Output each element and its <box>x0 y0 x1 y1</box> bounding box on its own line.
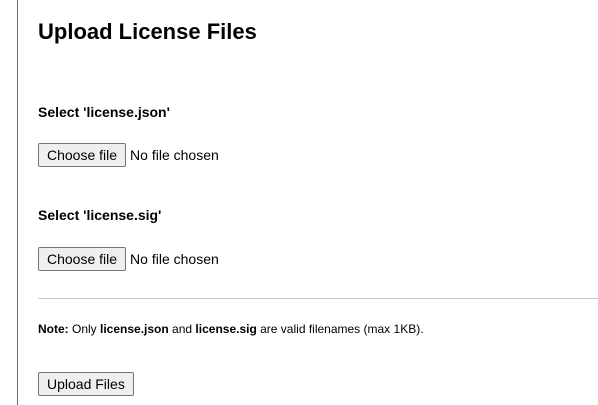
note-text-3: are valid filenames (max 1KB). <box>256 322 424 336</box>
note-prefix: Note: <box>38 322 69 336</box>
license-sig-label: Select 'license.sig' <box>38 207 162 223</box>
license-sig-file-status: No file chosen <box>130 251 219 267</box>
content-frame <box>17 0 598 405</box>
license-sig-file-input[interactable]: Choose file No file chosen <box>38 247 219 271</box>
page-title: Upload License Files <box>38 19 257 44</box>
license-json-label: Select 'license.json' <box>38 104 170 120</box>
note-filename-json: license.json <box>100 322 169 336</box>
license-sig-choose-button[interactable]: Choose file <box>38 247 127 271</box>
filename-note: Note: Only license.json and license.sig … <box>38 321 424 337</box>
license-json-file-status: No file chosen <box>130 147 219 163</box>
section-divider <box>38 298 598 299</box>
note-filename-sig: license.sig <box>195 322 257 336</box>
license-json-file-input[interactable]: Choose file No file chosen <box>38 143 219 167</box>
note-text-2: and <box>168 322 196 336</box>
note-text-1: Only <box>68 322 101 336</box>
license-json-choose-button[interactable]: Choose file <box>38 143 127 167</box>
upload-files-button[interactable]: Upload Files <box>38 372 134 396</box>
